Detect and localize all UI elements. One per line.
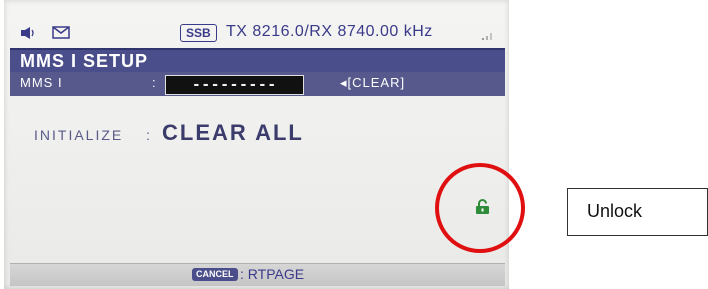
- page-title: MMS I SETUP: [20, 51, 149, 71]
- mmsi-input[interactable]: ---------: [165, 75, 304, 95]
- frequency-readout: TX 8216.0/RX 8740.00 kHz: [226, 23, 433, 40]
- unlock-callout: Unlock: [567, 188, 708, 236]
- initialize-colon: :: [146, 127, 150, 143]
- mode-badge: SSB: [180, 24, 217, 42]
- bottom-bar: CANCEL : RTPAGE: [10, 263, 505, 286]
- mail-icon: [52, 26, 70, 39]
- mmsi-label: MMS I: [20, 75, 63, 90]
- initialize-label: INITIALIZE: [34, 127, 124, 143]
- clear-all-option[interactable]: CLEAR ALL: [162, 120, 304, 146]
- signal-icon: [482, 33, 492, 40]
- speaker-icon: [21, 27, 34, 39]
- status-bar: SSB TX 8216.0/RX 8740.00 kHz: [4, 20, 509, 47]
- unlock-callout-label: Unlock: [587, 201, 643, 221]
- cancel-key[interactable]: CANCEL: [192, 268, 238, 281]
- radio-screen: SSB TX 8216.0/RX 8740.00 kHz MMS I SETUP…: [4, 0, 509, 289]
- mmsi-colon: :: [152, 75, 156, 90]
- rtpage-label: : RTPAGE: [240, 266, 305, 282]
- title-bar: MMS I SETUP: [10, 48, 505, 72]
- highlight-circle: [435, 163, 525, 253]
- clear-button[interactable]: ◂[CLEAR]: [340, 75, 405, 91]
- mmsi-row[interactable]: MMS I : --------- ◂[CLEAR]: [10, 72, 505, 96]
